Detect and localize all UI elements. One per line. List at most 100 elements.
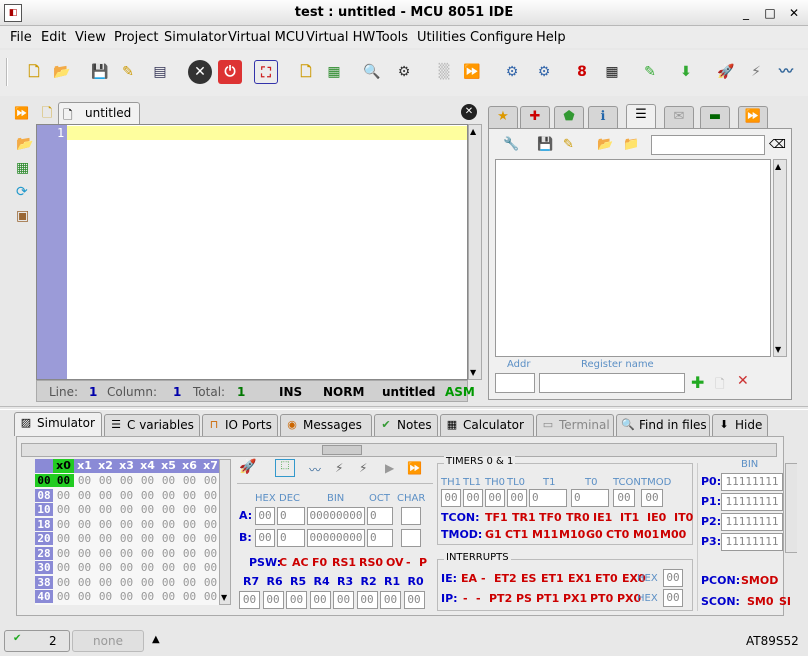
mem-cell[interactable]: 00 — [74, 474, 95, 487]
timer-value-tcon[interactable]: 00 — [613, 489, 635, 507]
tcon-bit[interactable]: TF0 — [539, 511, 562, 524]
ie-hex[interactable]: 00 — [663, 569, 683, 587]
ip-bit[interactable]: PT0 — [590, 592, 613, 605]
tab-untitled[interactable]: 🗋 untitled — [58, 102, 140, 124]
psw-bit-rs0[interactable]: RS0 — [359, 556, 383, 569]
mem-cell[interactable]: 00 — [95, 518, 116, 531]
mem-cell[interactable]: 00 — [179, 489, 200, 502]
step-disabled-icon[interactable]: ▒ — [432, 60, 456, 84]
timer-value-th0[interactable]: 00 — [485, 489, 505, 507]
rn-value-r7[interactable]: 00 — [239, 591, 260, 609]
tab-hw[interactable]: ▬ — [700, 106, 730, 128]
sim-clear-icon[interactable]: ⚡ — [335, 461, 343, 475]
new-file-icon[interactable]: 🗋 — [22, 60, 46, 84]
menu-configure[interactable]: Configure — [470, 30, 533, 45]
save-as-list-icon[interactable]: ✎ — [563, 137, 574, 152]
mem-cell[interactable]: 00 — [53, 590, 74, 603]
timer-value-tmod[interactable]: 00 — [641, 489, 663, 507]
tmod-bit[interactable]: M11 — [532, 528, 558, 541]
ie-bit[interactable]: ET1 — [541, 572, 564, 585]
maximize-icon[interactable]: □ — [762, 5, 778, 21]
ip-bit[interactable]: PX1 — [563, 592, 587, 605]
rn-value-r6[interactable]: 00 — [262, 591, 284, 609]
mem-cell[interactable]: 00 — [137, 590, 158, 603]
mem-cell[interactable]: 00 — [158, 547, 179, 560]
refresh-side-icon[interactable]: ⟳ — [16, 184, 28, 200]
save-list-icon[interactable]: 💾 — [537, 137, 553, 152]
close-tab-icon[interactable]: ✕ — [461, 104, 477, 120]
tab-simulator[interactable]: ▨ Simulator — [14, 412, 102, 436]
sim-rocket-icon[interactable]: 🚀 — [239, 459, 256, 475]
code-editor[interactable]: 1 — [36, 124, 468, 380]
menu-virtual-hw[interactable]: Virtual HW — [306, 30, 375, 45]
port-value-p0[interactable]: 11111111 — [721, 473, 783, 491]
tab-bookmarks[interactable]: ★ — [488, 106, 518, 128]
mem-cell[interactable]: 00 — [95, 590, 116, 603]
ext-0-icon[interactable]: ⚙ — [500, 60, 524, 84]
mem-cell[interactable]: 00 — [200, 561, 221, 574]
reg-b-dec[interactable]: 0 — [277, 529, 305, 547]
horizontal-scrollbar[interactable] — [21, 443, 777, 457]
open-list-icon[interactable]: 📂 — [597, 137, 613, 152]
reg-a-bin[interactable]: 00000000 — [307, 507, 365, 525]
mem-cell[interactable]: 00 — [116, 561, 137, 574]
timer-value-th1[interactable]: 00 — [441, 489, 461, 507]
psw-bit-c[interactable]: C — [279, 556, 287, 569]
tab-sfr-list[interactable]: ☰ — [626, 104, 656, 128]
project-side-icon[interactable]: ▦ — [16, 160, 29, 176]
reg-b-bin[interactable]: 00000000 — [307, 529, 365, 547]
mem-cell[interactable]: 00 — [137, 576, 158, 589]
mem-cell[interactable]: 00 — [53, 489, 74, 502]
import-list-icon[interactable]: 📁 — [623, 137, 639, 152]
timer-value-tl1[interactable]: 00 — [463, 489, 483, 507]
tmod-bit[interactable]: CT1 — [505, 528, 528, 541]
mem-cell[interactable]: 00 — [74, 561, 95, 574]
ip-hex[interactable]: 00 — [663, 589, 683, 607]
tab-io-ports[interactable]: ⊓ IO Ports — [202, 414, 278, 436]
psw-bit-f0[interactable]: F0 — [312, 556, 327, 569]
mem-cell[interactable]: 00 — [200, 532, 221, 545]
ie-bit[interactable]: EX1 — [568, 572, 592, 585]
add-icon[interactable]: ✚ — [691, 373, 704, 392]
rn-value-r0[interactable]: 00 — [403, 591, 425, 609]
mem-cell[interactable]: 00 — [74, 489, 95, 502]
ie-bit[interactable]: ES — [521, 572, 536, 585]
spellcheck-button[interactable]: ✔ 2 — [4, 630, 70, 652]
mem-cell[interactable]: 00 — [74, 518, 95, 531]
save-as-icon[interactable]: ✎ — [116, 60, 140, 84]
mem-cell[interactable]: 00 — [158, 532, 179, 545]
mem-cell[interactable]: 00 — [158, 576, 179, 589]
sim-wave-icon[interactable]: 〰 — [309, 461, 321, 478]
rn-value-r1[interactable]: 00 — [380, 591, 401, 609]
mem-cell[interactable]: 00 — [158, 590, 179, 603]
mem-cell[interactable]: 00 — [179, 561, 200, 574]
clear-search-icon[interactable]: ⌫ — [769, 137, 786, 151]
mem-cell[interactable]: 00 — [116, 489, 137, 502]
mem-cell[interactable]: 00 — [200, 489, 221, 502]
find-icon[interactable]: 🔍 — [360, 60, 384, 84]
mem-cell[interactable]: 00 — [200, 518, 221, 531]
tab-more[interactable]: ⏩ — [738, 106, 768, 128]
ip-bit[interactable]: - — [476, 592, 481, 605]
tcon-bit[interactable]: IE0 — [647, 511, 666, 524]
close-icon[interactable]: ✕ — [786, 5, 802, 21]
reg-a-dec[interactable]: 0 — [277, 507, 305, 525]
led-matrix-icon[interactable]: ▦ — [600, 60, 624, 84]
ext-1-icon[interactable]: ⚙ — [532, 60, 556, 84]
register-list-scrollbar[interactable]: ▲ ▼ — [773, 159, 787, 357]
mem-cell[interactable]: 00 — [53, 547, 74, 560]
new-entry-icon[interactable]: 🗋 — [715, 375, 725, 396]
tcon-bit[interactable]: IT0 — [674, 511, 693, 524]
reg-a-oct[interactable]: 0 — [367, 507, 393, 525]
download-icon[interactable]: ⬇ — [674, 60, 698, 84]
menu-project[interactable]: Project — [114, 30, 158, 45]
mem-cell[interactable]: 00 — [158, 518, 179, 531]
tmod-bit[interactable]: M01 — [633, 528, 659, 541]
pcon-smod[interactable]: SMOD — [741, 574, 778, 587]
tab-c-variables[interactable]: ☰ C variables — [104, 414, 200, 436]
open-project-icon[interactable]: ▦ — [322, 60, 346, 84]
mem-cell[interactable]: 00 — [137, 532, 158, 545]
mem-cell[interactable]: 00 — [74, 590, 95, 603]
tab-find-in-files[interactable]: 🔍 Find in files — [616, 414, 710, 436]
tcon-bit[interactable]: TR0 — [566, 511, 590, 524]
